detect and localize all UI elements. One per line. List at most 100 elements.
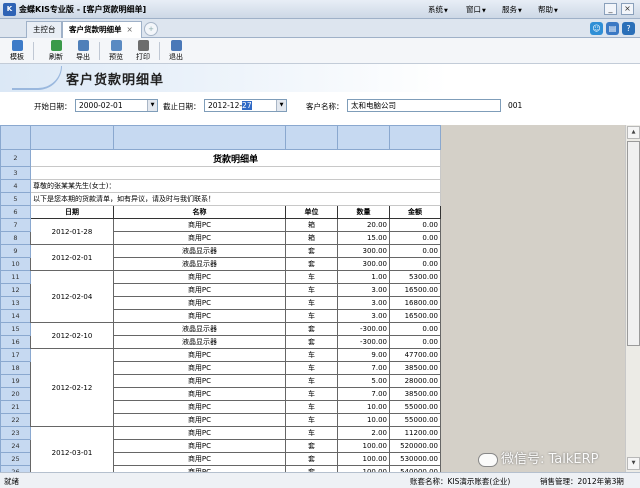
amount-cell[interactable]: 38500.00	[389, 387, 441, 401]
amount-cell[interactable]: 5300.00	[389, 270, 441, 284]
quantity-cell[interactable]: -300.00	[337, 335, 390, 349]
table-row[interactable]: 11 2012-02-04 商用PC 车 1.00 5300.00	[0, 270, 441, 323]
row-number[interactable]: 22	[0, 413, 31, 427]
date-cell[interactable]: 2012-02-04	[30, 270, 114, 323]
row-number[interactable]: 11	[0, 270, 31, 284]
scrollbar-thumb[interactable]	[627, 141, 640, 346]
amount-cell[interactable]: 47700.00	[389, 348, 441, 362]
message-icon[interactable]: ▤	[606, 22, 619, 35]
vertical-scrollbar[interactable]: ▲ ▼	[625, 125, 640, 472]
menu-window[interactable]: 窗口▼	[466, 4, 486, 15]
amount-cell[interactable]: 0.00	[389, 257, 441, 271]
quantity-cell[interactable]: 100.00	[337, 439, 390, 453]
name-cell[interactable]: 商用PC	[113, 452, 286, 466]
name-cell[interactable]: 商用PC	[113, 374, 286, 388]
unit-cell[interactable]: 车	[285, 413, 338, 427]
preview-button[interactable]: 预览	[103, 39, 129, 63]
table-row[interactable]: 23 2012-03-01 商用PC 车 2.00 11200.00	[0, 426, 441, 472]
customer-name-field[interactable]: 太和电脑公司	[347, 99, 501, 112]
quantity-cell[interactable]: 300.00	[337, 257, 390, 271]
name-cell[interactable]: 商用PC	[113, 231, 286, 245]
date-cell[interactable]: 2012-01-28	[30, 218, 114, 245]
row-number[interactable]: 23	[0, 426, 31, 440]
menu-help[interactable]: 帮助▼	[538, 4, 558, 15]
amount-cell[interactable]: 16500.00	[389, 283, 441, 297]
row-number[interactable]: 4	[0, 179, 31, 193]
name-cell[interactable]: 液晶显示器	[113, 244, 286, 258]
date-cell[interactable]: 2012-02-12	[30, 348, 114, 427]
unit-cell[interactable]: 车	[285, 283, 338, 297]
quantity-cell[interactable]: 5.00	[337, 374, 390, 388]
column-header-cell[interactable]	[30, 125, 114, 150]
column-header-cell[interactable]	[285, 125, 338, 150]
amount-cell[interactable]: 28000.00	[389, 374, 441, 388]
unit-cell[interactable]: 车	[285, 348, 338, 362]
name-cell[interactable]: 商用PC	[113, 218, 286, 232]
amount-cell[interactable]: 0.00	[389, 335, 441, 349]
quantity-cell[interactable]: 10.00	[337, 400, 390, 414]
row-number[interactable]: 13	[0, 296, 31, 310]
unit-cell[interactable]: 车	[285, 296, 338, 310]
date-cell[interactable]: 2012-02-01	[30, 244, 114, 271]
name-cell[interactable]: 商用PC	[113, 413, 286, 427]
amount-cell[interactable]: 0.00	[389, 218, 441, 232]
chevron-down-icon[interactable]: ▼	[276, 100, 286, 111]
row-number[interactable]: 7	[0, 218, 31, 232]
unit-cell[interactable]: 车	[285, 387, 338, 401]
unit-cell[interactable]: 套	[285, 322, 338, 336]
refresh-button[interactable]: 刷新	[43, 39, 69, 63]
name-cell[interactable]: 商用PC	[113, 270, 286, 284]
unit-cell[interactable]: 车	[285, 309, 338, 323]
amount-cell[interactable]: 55000.00	[389, 413, 441, 427]
amount-cell[interactable]: 530000.00	[389, 452, 441, 466]
row-number[interactable]: 17	[0, 348, 31, 362]
export-button[interactable]: 导出	[70, 39, 96, 63]
table-row[interactable]: 15 2012-02-10 液晶显示器套 -300.00 0.00	[0, 322, 441, 349]
minimize-button[interactable]: _	[604, 3, 617, 15]
quantity-cell[interactable]: 100.00	[337, 452, 390, 466]
template-button[interactable]: 模板	[4, 39, 30, 63]
amount-cell[interactable]: 0.00	[389, 244, 441, 258]
column-header-cell[interactable]	[113, 125, 286, 150]
row-number[interactable]: 2	[0, 149, 31, 167]
unit-cell[interactable]: 箱	[285, 218, 338, 232]
quantity-cell[interactable]: 7.00	[337, 361, 390, 375]
tab-customer-payment-detail[interactable]: 客户货款明细单 ×	[62, 21, 142, 38]
name-cell[interactable]: 液晶显示器	[113, 335, 286, 349]
close-tab-icon[interactable]: ×	[127, 25, 133, 34]
end-date-select[interactable]: 2012-12-27 ▼	[204, 99, 287, 112]
row-number[interactable]: 9	[0, 244, 31, 258]
unit-cell[interactable]: 套	[285, 335, 338, 349]
scroll-down-icon[interactable]: ▼	[627, 457, 640, 470]
unit-cell[interactable]: 车	[285, 361, 338, 375]
quantity-cell[interactable]: -300.00	[337, 322, 390, 336]
name-cell[interactable]: 商用PC	[113, 296, 286, 310]
unit-cell[interactable]: 车	[285, 426, 338, 440]
unit-cell[interactable]: 套	[285, 452, 338, 466]
table-row[interactable]: 9 2012-02-01 液晶显示器套 300.00 0.00	[0, 244, 441, 271]
name-cell[interactable]: 商用PC	[113, 439, 286, 453]
row-number[interactable]: 6	[0, 205, 31, 219]
name-cell[interactable]: 商用PC	[113, 400, 286, 414]
row-number[interactable]: 10	[0, 257, 31, 271]
quantity-cell[interactable]: 7.00	[337, 387, 390, 401]
row-number[interactable]: 25	[0, 452, 31, 466]
name-cell[interactable]: 商用PC	[113, 283, 286, 297]
menu-system[interactable]: 系统▼	[428, 4, 448, 15]
unit-cell[interactable]: 套	[285, 244, 338, 258]
menu-service[interactable]: 服务▼	[502, 4, 522, 15]
name-cell[interactable]: 液晶显示器	[113, 322, 286, 336]
row-number[interactable]: 19	[0, 374, 31, 388]
name-cell[interactable]: 商用PC	[113, 348, 286, 362]
row-number[interactable]: 16	[0, 335, 31, 349]
name-cell[interactable]: 商用PC	[113, 426, 286, 440]
quantity-cell[interactable]: 3.00	[337, 283, 390, 297]
row-number[interactable]: 5	[0, 192, 31, 206]
new-tab-icon[interactable]: +	[144, 22, 158, 36]
row-number[interactable]: 15	[0, 322, 31, 336]
amount-cell[interactable]: 16500.00	[389, 309, 441, 323]
chevron-down-icon[interactable]: ▼	[147, 100, 157, 111]
quantity-cell[interactable]: 10.00	[337, 413, 390, 427]
unit-cell[interactable]: 箱	[285, 231, 338, 245]
row-number[interactable]: 12	[0, 283, 31, 297]
